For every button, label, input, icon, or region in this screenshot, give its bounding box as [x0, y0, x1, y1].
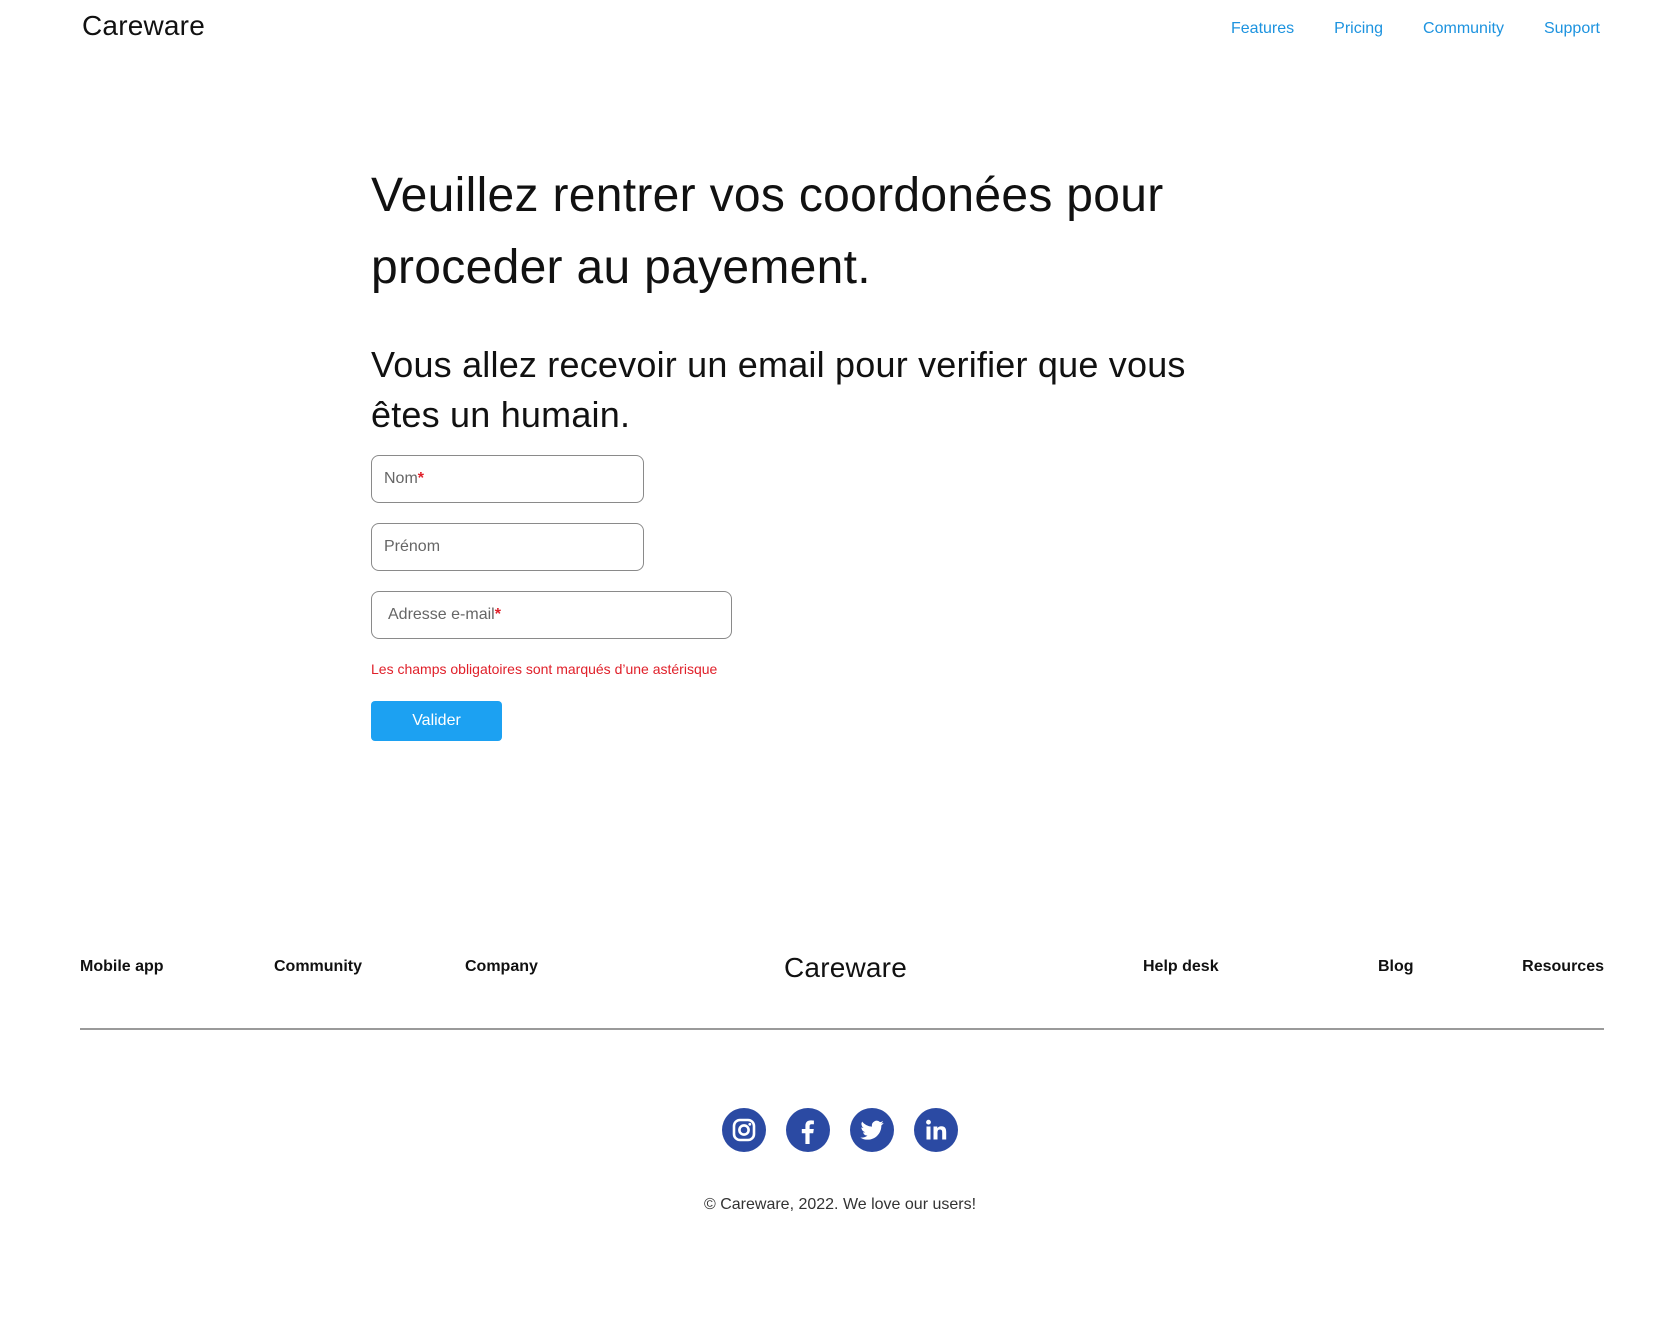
footer-logo[interactable]: Careware	[784, 952, 907, 984]
subtitle-line-2: êtes un humain.	[371, 394, 631, 435]
required-marker: *	[417, 470, 425, 487]
prenom-field[interactable]: Prénom	[371, 523, 644, 571]
linkedin-icon[interactable]	[914, 1108, 958, 1152]
title-line-1: Veuillez rentrer vos coordonées pour	[371, 169, 1164, 222]
top-nav: Features Pricing Community Support	[1231, 20, 1600, 38]
email-field[interactable]: Adresse e-mail *	[371, 591, 732, 639]
footer-link-mobile-app[interactable]: Mobile app	[80, 958, 164, 976]
footer-link-community[interactable]: Community	[274, 958, 362, 976]
required-marker: *	[494, 606, 501, 623]
required-fields-note: Les champs obligatoires sont marqués d’u…	[371, 661, 718, 677]
subtitle-line-1: Vous allez recevoir un email pour verifi…	[371, 344, 1186, 385]
twitter-icon[interactable]	[850, 1108, 894, 1152]
copyright: © Careware, 2022. We love our users!	[703, 1196, 977, 1213]
nav-support[interactable]: Support	[1544, 20, 1600, 38]
nav-community[interactable]: Community	[1423, 20, 1504, 38]
footer-link-blog[interactable]: Blog	[1378, 958, 1414, 976]
footer-link-company[interactable]: Company	[465, 958, 538, 976]
main-content: Veuillez rentrer vos coordonées pour pro…	[371, 160, 1321, 440]
submit-button[interactable]: Valider	[371, 701, 502, 741]
nav-features[interactable]: Features	[1231, 20, 1294, 38]
logo[interactable]: Careware	[82, 10, 205, 42]
title-line-2: proceder au payement.	[371, 241, 871, 294]
footer-divider	[80, 1028, 1604, 1030]
instagram-icon[interactable]	[722, 1108, 766, 1152]
page-subtitle: Vous allez recevoir un email pour verifi…	[371, 340, 1321, 440]
footer-link-help-desk[interactable]: Help desk	[1143, 958, 1219, 976]
header: Careware Features Pricing Community Supp…	[0, 0, 1680, 60]
facebook-icon[interactable]	[786, 1108, 830, 1152]
social-links	[722, 1108, 958, 1152]
email-placeholder: Adresse e-mail	[388, 606, 495, 623]
nom-placeholder: Nom	[384, 470, 418, 487]
nav-pricing[interactable]: Pricing	[1334, 20, 1383, 38]
prenom-placeholder: Prénom	[384, 538, 441, 555]
page-title: Veuillez rentrer vos coordonées pour pro…	[371, 160, 1321, 304]
nom-field[interactable]: Nom *	[371, 455, 644, 503]
footer-link-resources[interactable]: Resources	[1522, 958, 1604, 976]
